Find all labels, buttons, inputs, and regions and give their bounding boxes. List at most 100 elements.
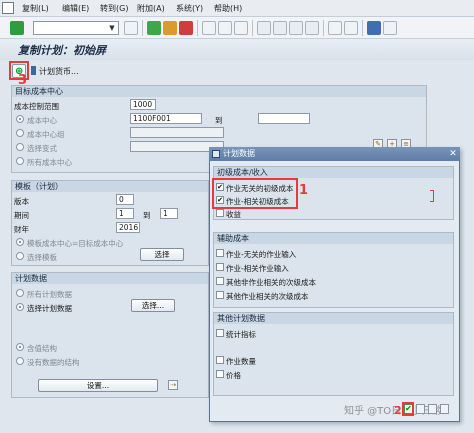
checkbox-revenue[interactable] bbox=[216, 209, 224, 217]
checkbox-other-non-activity-secondary[interactable] bbox=[216, 277, 224, 285]
period-label: 期间 bbox=[14, 211, 29, 220]
plan-currency-button[interactable]: 计划货币... bbox=[39, 66, 79, 77]
dialog-title: 计划数据 bbox=[223, 149, 255, 158]
toolbar-separator bbox=[142, 20, 143, 36]
page-title: 复制计划：初始屏 bbox=[18, 44, 106, 57]
previous-page-icon[interactable] bbox=[273, 21, 287, 35]
radio-no-value-structure[interactable] bbox=[16, 357, 24, 365]
revenue-label: 收益 bbox=[226, 210, 241, 219]
settings-info-icon[interactable]: ⇢ bbox=[168, 380, 178, 390]
plan-data-select-button[interactable]: 选择... bbox=[131, 299, 175, 312]
cost-center-group-field[interactable] bbox=[130, 127, 224, 138]
new-session-icon[interactable] bbox=[328, 21, 342, 35]
checkbox-statistical-key-figures[interactable] bbox=[216, 329, 224, 337]
period-from-field[interactable]: 1 bbox=[116, 208, 134, 219]
next-page-icon[interactable] bbox=[289, 21, 303, 35]
activity-quantity-label: 作业数量 bbox=[226, 357, 256, 366]
cost-center-label: 成本中心 bbox=[27, 116, 57, 125]
first-page-icon[interactable] bbox=[257, 21, 271, 35]
save-icon[interactable] bbox=[124, 21, 138, 35]
toolbar-separator bbox=[197, 20, 198, 36]
template-select-button[interactable]: 选择 bbox=[140, 248, 184, 261]
checkbox-activity-quantity[interactable] bbox=[216, 356, 224, 364]
find-next-icon[interactable] bbox=[234, 21, 248, 35]
exit-icon[interactable] bbox=[163, 21, 177, 35]
menu-help[interactable]: 帮助(H) bbox=[214, 3, 242, 14]
dialog-cancel-icon[interactable] bbox=[440, 404, 449, 414]
activity-dependent-input-label: 作业-相关作业输入 bbox=[226, 264, 289, 273]
menu-goto[interactable]: 转到(G) bbox=[100, 3, 128, 14]
highlight-bracket bbox=[430, 190, 434, 202]
menu-copy[interactable]: 复制(L) bbox=[22, 3, 49, 14]
enter-icon[interactable] bbox=[10, 21, 24, 35]
menu-system[interactable]: 系统(Y) bbox=[176, 3, 203, 14]
annotation-number-2: 2 bbox=[394, 404, 402, 417]
period-to-field[interactable]: 1 bbox=[160, 208, 178, 219]
radio-select-variant[interactable] bbox=[16, 143, 24, 151]
group-title: 计划数据 bbox=[12, 273, 208, 284]
dialog-close-icon[interactable]: ✕ bbox=[449, 150, 457, 159]
radio-with-structure[interactable] bbox=[16, 343, 24, 351]
app-menu-icon[interactable] bbox=[2, 2, 14, 14]
fiscal-year-field[interactable]: 2016 bbox=[116, 222, 140, 233]
menu-bar: 复制(L) 编辑(E) 转到(G) 附加(A) 系统(Y) 帮助(H) bbox=[0, 0, 474, 17]
highlight-box-primary-costs bbox=[212, 178, 298, 209]
checkbox-activity-independent-input[interactable] bbox=[216, 249, 224, 257]
version-field[interactable]: 0 bbox=[116, 194, 134, 205]
no-value-structure-label: 没有数据的结构 bbox=[27, 358, 80, 367]
template-equals-target-label: 模板成本中心=目标成本中心 bbox=[27, 239, 124, 248]
menu-edit[interactable]: 编辑(E) bbox=[62, 3, 89, 14]
group-title: 其他计划数据 bbox=[214, 313, 453, 324]
last-page-icon[interactable] bbox=[305, 21, 319, 35]
toolbar-separator bbox=[252, 20, 253, 36]
version-label: 版本 bbox=[14, 197, 29, 206]
with-structure-label: 含值结构 bbox=[27, 344, 57, 353]
help-icon[interactable] bbox=[367, 21, 381, 35]
dialog-help-icon[interactable] bbox=[428, 404, 437, 414]
group-title: 模板（计划） bbox=[12, 181, 208, 192]
dialog-window-icon bbox=[212, 150, 220, 158]
radio-cost-center-group[interactable] bbox=[16, 129, 24, 137]
checkbox-other-activity-secondary[interactable] bbox=[216, 291, 224, 299]
controlling-area-field[interactable]: 1000 bbox=[130, 99, 156, 110]
group-title: 辅助成本 bbox=[214, 233, 453, 244]
radio-template-equals-target[interactable] bbox=[16, 238, 24, 246]
find-icon[interactable] bbox=[218, 21, 232, 35]
group-title: 初级成本/收入 bbox=[214, 167, 453, 178]
radio-all-cost-centers[interactable] bbox=[16, 157, 24, 165]
other-activity-secondary-label: 其他作业相关的次级成本 bbox=[226, 292, 309, 301]
back-icon[interactable] bbox=[147, 21, 161, 35]
toolbar-separator bbox=[323, 20, 324, 36]
select-template-label: 选择模板 bbox=[27, 253, 57, 262]
cost-center-field[interactable]: 1100F001 bbox=[130, 113, 202, 124]
group-title: 目标成本中心 bbox=[12, 86, 426, 97]
print-icon[interactable] bbox=[202, 21, 216, 35]
chevron-down-icon[interactable]: ▼ bbox=[107, 23, 117, 33]
cancel-icon[interactable] bbox=[179, 21, 193, 35]
all-cost-centers-label: 所有成本中心 bbox=[27, 158, 72, 167]
dialog-info-icon[interactable] bbox=[416, 404, 425, 414]
radio-all-plan-data[interactable] bbox=[16, 289, 24, 297]
radio-cost-center[interactable] bbox=[16, 115, 24, 123]
radio-select-plan-data[interactable] bbox=[16, 303, 24, 311]
fiscal-year-label: 财年 bbox=[14, 225, 29, 234]
dialog-title-bar: 计划数据 bbox=[209, 147, 460, 161]
checkbox-activity-dependent-input[interactable] bbox=[216, 263, 224, 271]
select-variant-label: 选择变式 bbox=[27, 144, 57, 153]
layout-icon[interactable] bbox=[383, 21, 397, 35]
other-non-activity-secondary-label: 其他非作业相关的次级成本 bbox=[226, 278, 316, 287]
menu-extras[interactable]: 附加(A) bbox=[137, 3, 165, 14]
radio-select-template[interactable] bbox=[16, 252, 24, 260]
checkbox-price[interactable] bbox=[216, 370, 224, 378]
cost-center-to-field[interactable] bbox=[258, 113, 310, 124]
watermark: 知乎 @TO日的小日常 bbox=[344, 406, 442, 417]
activity-independent-input-label: 作业-无关的作业输入 bbox=[226, 250, 297, 259]
currency-icon bbox=[31, 66, 36, 75]
settings-button[interactable]: 设置... bbox=[38, 379, 158, 392]
controlling-area-label: 成本控制范围 bbox=[14, 102, 59, 111]
dialog-group-other-plan-data: 其他计划数据 bbox=[213, 312, 454, 396]
shortcut-icon[interactable] bbox=[344, 21, 358, 35]
price-label: 价格 bbox=[226, 371, 241, 380]
command-field[interactable]: ▼ bbox=[33, 21, 119, 35]
all-plan-data-label: 所有计划数据 bbox=[27, 290, 72, 299]
